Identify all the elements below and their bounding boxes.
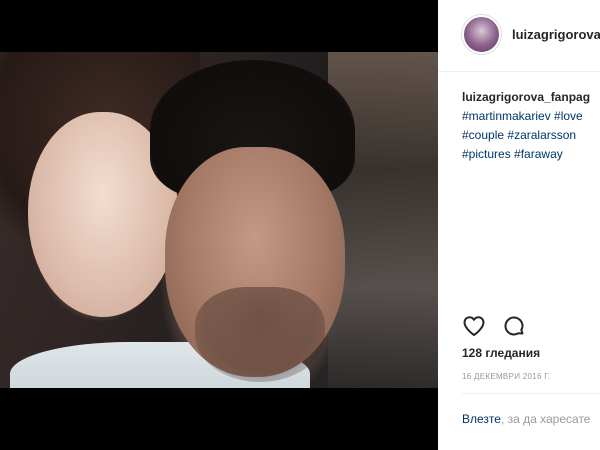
post-photo[interactable] <box>0 52 438 388</box>
heart-icon[interactable] <box>462 314 486 338</box>
post-header: luizagrigorova <box>438 0 600 72</box>
photo-man-beard <box>195 287 325 382</box>
caption-hashtags: #martinmakariev #love #couple #zaralarss… <box>462 109 583 161</box>
login-link[interactable]: Влезте <box>462 412 501 426</box>
post-photo-pane <box>0 0 438 450</box>
hashtag-link[interactable]: #faraway <box>514 147 563 161</box>
hashtag-link[interactable]: #pictures <box>462 147 511 161</box>
caption-username[interactable]: luizagrigorova_fanpag <box>462 88 600 107</box>
hashtag-link[interactable]: #martinmakariev <box>462 109 551 123</box>
login-prompt-text: , за да харесате <box>500 412 591 426</box>
divider <box>462 393 600 394</box>
view-count: 128 гледания <box>462 346 541 360</box>
post-side-panel: luizagrigorova luizagrigorova_fanpag #ma… <box>438 0 600 450</box>
login-prompt: Влезте, за да харесате <box>462 412 590 426</box>
comment-icon[interactable] <box>502 314 526 338</box>
header-username[interactable]: luizagrigorova <box>512 27 600 42</box>
post-caption: luizagrigorova_fanpag #martinmakariev #l… <box>462 88 600 164</box>
avatar[interactable] <box>462 15 501 54</box>
hashtag-link[interactable]: #love <box>554 109 583 123</box>
post-date[interactable]: 16 ДЕКЕМВРИ 2016 Г. <box>462 372 550 381</box>
post-actions <box>462 314 600 338</box>
hashtag-link[interactable]: #zaralarsson <box>507 128 576 142</box>
hashtag-link[interactable]: #couple <box>462 128 504 142</box>
